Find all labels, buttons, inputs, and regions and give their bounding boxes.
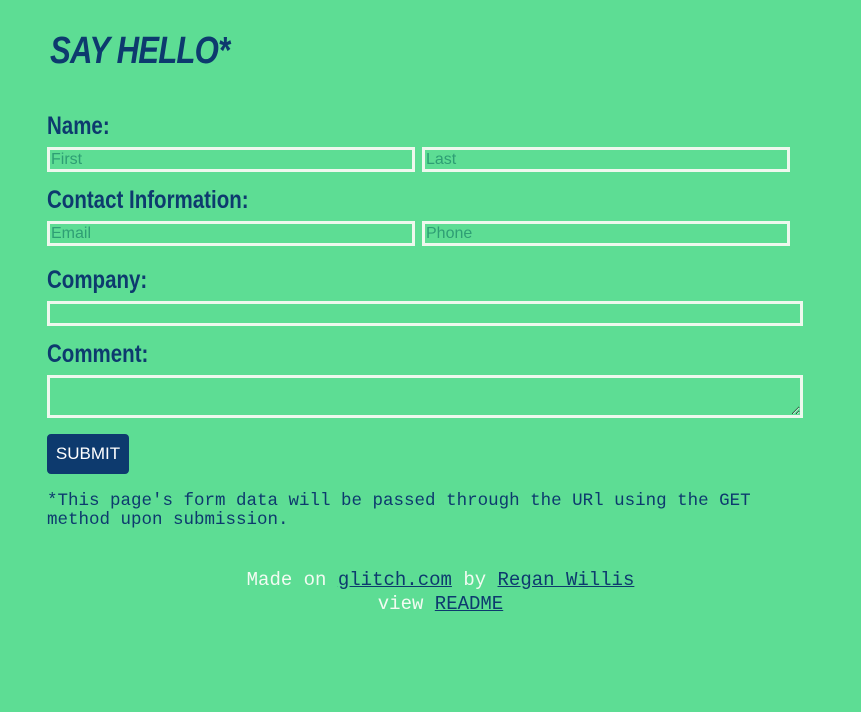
- contact-label: Contact Information:: [47, 186, 249, 214]
- footer-credit-line: Made on glitch.com by Regan Willis: [0, 568, 861, 592]
- footer: Made on glitch.com by Regan Willis view …: [0, 568, 861, 616]
- last-name-input[interactable]: [422, 147, 790, 172]
- footer-readme-line: view README: [0, 592, 861, 616]
- author-link[interactable]: Regan Willis: [498, 569, 635, 591]
- glitch-link[interactable]: glitch.com: [338, 569, 452, 591]
- form-note: *This page's form data will be passed th…: [47, 491, 751, 530]
- first-name-input[interactable]: [47, 147, 415, 172]
- name-label: Name:: [47, 112, 110, 140]
- company-label: Company:: [47, 266, 148, 294]
- submit-button[interactable]: SUBMIT: [47, 434, 129, 474]
- footer-view-text: view: [377, 593, 424, 615]
- comment-textarea[interactable]: [47, 375, 803, 418]
- email-input[interactable]: [47, 221, 415, 246]
- footer-made-on-text: Made on: [246, 569, 327, 591]
- readme-link[interactable]: README: [435, 593, 503, 615]
- page-title: SAY HELLO*: [50, 30, 230, 72]
- company-input[interactable]: [47, 301, 803, 326]
- footer-by-text: by: [463, 569, 487, 591]
- phone-input[interactable]: [422, 221, 790, 246]
- comment-label: Comment:: [47, 340, 149, 368]
